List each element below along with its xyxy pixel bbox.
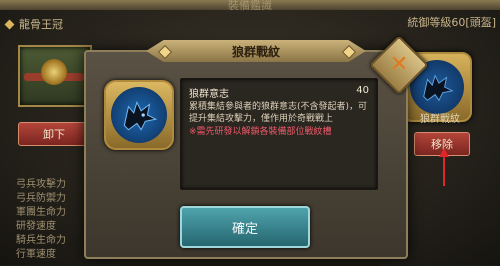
info-header: 狼群意志 40: [189, 85, 369, 100]
dialog-emblem-frame: [104, 80, 174, 150]
emblem-description: 累積集結參與者的狼群意志(不含發起者)，可提升集結攻擊力，僅作用於奇戰戰上: [189, 102, 368, 124]
crown-equipment-image[interactable]: [18, 45, 92, 107]
diamond-icon: [4, 19, 15, 29]
emblem-caption: 狼群戰紋: [420, 114, 460, 125]
slot-info: 統御等級60[頭盔]: [407, 16, 496, 29]
red-arrow-icon: [439, 148, 449, 186]
emblem-attribute-name: 狼群意志: [189, 89, 229, 100]
equipment-name: 龍骨王冠: [19, 18, 63, 31]
confirm-button[interactable]: 確定: [180, 206, 310, 248]
emblem-info-box: 狼群意志 40 累積集結參與者的狼群意志(不含發起者)，可提升集結攻擊力，僅作用…: [180, 78, 378, 190]
equipment-header: 龍骨王冠: [4, 14, 156, 34]
close-x-icon: ✕: [389, 52, 409, 77]
crown-gem-icon: [41, 59, 67, 85]
screen-title: 裝備鑑識: [228, 0, 272, 12]
dialog-title-bar: 狼群戰紋: [146, 40, 366, 62]
wolf-emblem-icon: [111, 87, 167, 143]
unequip-button[interactable]: 卸下: [18, 122, 90, 146]
emblem-note: ※需先研發以解鎖各裝備部位戰紋槽: [189, 127, 332, 137]
emblem-attribute-value: 40: [356, 85, 369, 96]
dialog-title: 狼群戰紋: [231, 44, 280, 59]
